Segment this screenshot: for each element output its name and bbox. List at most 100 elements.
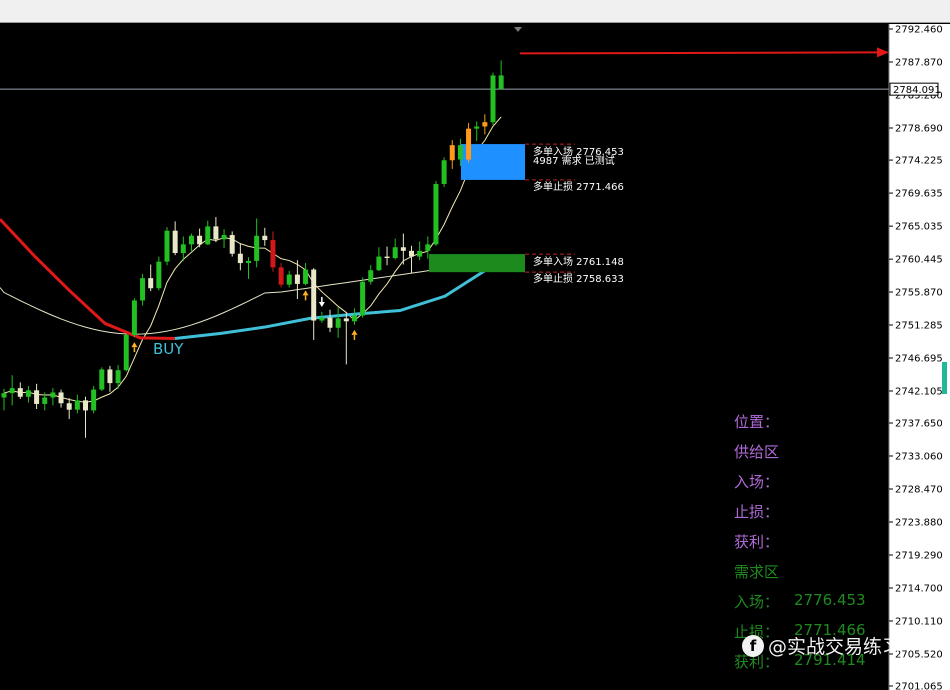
candle-body — [25, 390, 31, 397]
axis-tick-label: 2710.110 — [895, 616, 943, 627]
info-zone-supply: 供给区 — [734, 443, 780, 461]
candle-body — [83, 400, 88, 411]
facebook-icon: f — [742, 634, 764, 657]
candle-body — [384, 256, 390, 259]
candle-body — [140, 278, 146, 301]
price-axis[interactable]: 2792.4602787.8702783.2802778.6902774.225… — [888, 24, 950, 690]
zone-demand — [429, 254, 525, 273]
axis-tick-label: 2705.520 — [895, 649, 943, 660]
candle-body — [482, 122, 488, 127]
candle-body — [417, 250, 423, 257]
axis-tick-label: 2787.870 — [895, 57, 943, 68]
candle-body — [360, 281, 366, 316]
candle-body — [457, 145, 463, 160]
candle-body — [148, 278, 154, 289]
axis-tick-label: 2701.065 — [895, 682, 943, 690]
candle-body — [425, 244, 431, 251]
candle-body — [319, 317, 325, 321]
info-stop-label: 止损： — [734, 503, 780, 521]
info-entry-value: 2776.453 — [794, 591, 866, 609]
candle-body — [286, 274, 292, 285]
candle-body — [221, 235, 227, 240]
candle-body — [197, 235, 203, 245]
buy-label: BUY — [153, 340, 184, 358]
candle-body — [164, 230, 170, 262]
info-position-label: 位置： — [734, 413, 780, 431]
candle-body — [311, 269, 317, 321]
axis-tick-label: 2792.460 — [895, 25, 943, 36]
current-price-label: 2784.091 — [893, 85, 941, 96]
zone-status-label: 4987 需求 已测试 — [533, 154, 615, 167]
axis-tick-label: 2760.445 — [895, 255, 943, 266]
candle-body — [188, 235, 194, 245]
candle-body — [58, 392, 64, 404]
candle-body — [246, 260, 251, 264]
candle-body — [180, 244, 186, 253]
candle-body — [1, 393, 7, 398]
candle-body — [229, 235, 235, 254]
axis-tick-label: 2733.060 — [895, 452, 943, 463]
candle-body — [400, 247, 406, 251]
candle-body — [392, 247, 398, 259]
candle-body — [368, 270, 374, 282]
axis-tick-label: 2742.105 — [895, 386, 943, 397]
axis-tick-label: 2714.700 — [895, 583, 943, 594]
axis-tick-label: 2751.285 — [895, 320, 943, 331]
axis-tick-label: 2728.470 — [895, 484, 943, 495]
axis-tick-label: 2755.870 — [895, 288, 943, 299]
candle-body — [17, 388, 23, 397]
candle-body — [376, 256, 382, 271]
candle-body — [270, 240, 276, 268]
candle-body — [474, 126, 480, 129]
candle-body — [449, 145, 455, 161]
candle-body — [99, 369, 105, 390]
candle-body — [115, 370, 121, 384]
axis-tick-label: 2774.225 — [895, 156, 943, 167]
zone-entry-label: 多单入场 2761.148 — [533, 255, 624, 268]
candle-body — [42, 397, 48, 404]
target-arrow-line — [519, 51, 881, 55]
candle-body — [156, 261, 162, 289]
candle-body — [433, 183, 439, 245]
zone-stop-label: 多单止损 2771.466 — [533, 180, 624, 193]
scroll-indicator[interactable] — [942, 362, 947, 394]
candle-body — [498, 75, 504, 90]
watermark: f @实战交易练习 — [742, 632, 901, 659]
candle-body — [237, 253, 243, 264]
axis-tick-label: 2769.635 — [895, 189, 943, 200]
candle-body — [9, 388, 15, 394]
candle-body — [294, 274, 300, 284]
candle-body — [490, 75, 496, 123]
candle-body — [74, 400, 80, 410]
candle-body — [254, 235, 260, 261]
candle-body — [205, 226, 211, 245]
candle-body — [66, 403, 72, 410]
price-chart[interactable]: BUY 多单入场 2776.4534987 需求 已测试多单止损 2771.46… — [0, 0, 950, 690]
info-entry-label: 入场： — [734, 473, 780, 491]
candle-body — [343, 318, 349, 322]
candle-body — [441, 160, 447, 184]
watermark-text: @实战交易练习 — [768, 636, 902, 658]
info-entry-label-2: 入场： — [734, 593, 780, 611]
axis-tick-label: 2778.690 — [895, 123, 943, 134]
zone-stop-label: 多单止损 2758.633 — [533, 272, 624, 285]
axis-tick-label: 2719.290 — [895, 550, 943, 561]
candle-body — [327, 317, 333, 328]
candle-body — [213, 226, 219, 240]
axis-tick-label: 2765.035 — [895, 222, 943, 233]
candle-body — [278, 267, 284, 285]
axis-tick-label: 2737.650 — [895, 419, 943, 430]
candle-body — [107, 369, 113, 384]
candle-body — [466, 128, 472, 160]
candle-body — [303, 269, 309, 284]
candle-body — [335, 318, 341, 328]
candle-body — [50, 392, 56, 398]
candle-body — [91, 389, 97, 411]
info-profit-label: 获利： — [734, 533, 780, 551]
candle-body — [409, 250, 414, 257]
candle-body — [131, 300, 137, 335]
candle-body — [172, 230, 178, 253]
axis-tick-label: 2723.880 — [895, 517, 943, 528]
candle-body — [123, 334, 129, 371]
info-zone-demand: 需求区 — [734, 563, 780, 581]
